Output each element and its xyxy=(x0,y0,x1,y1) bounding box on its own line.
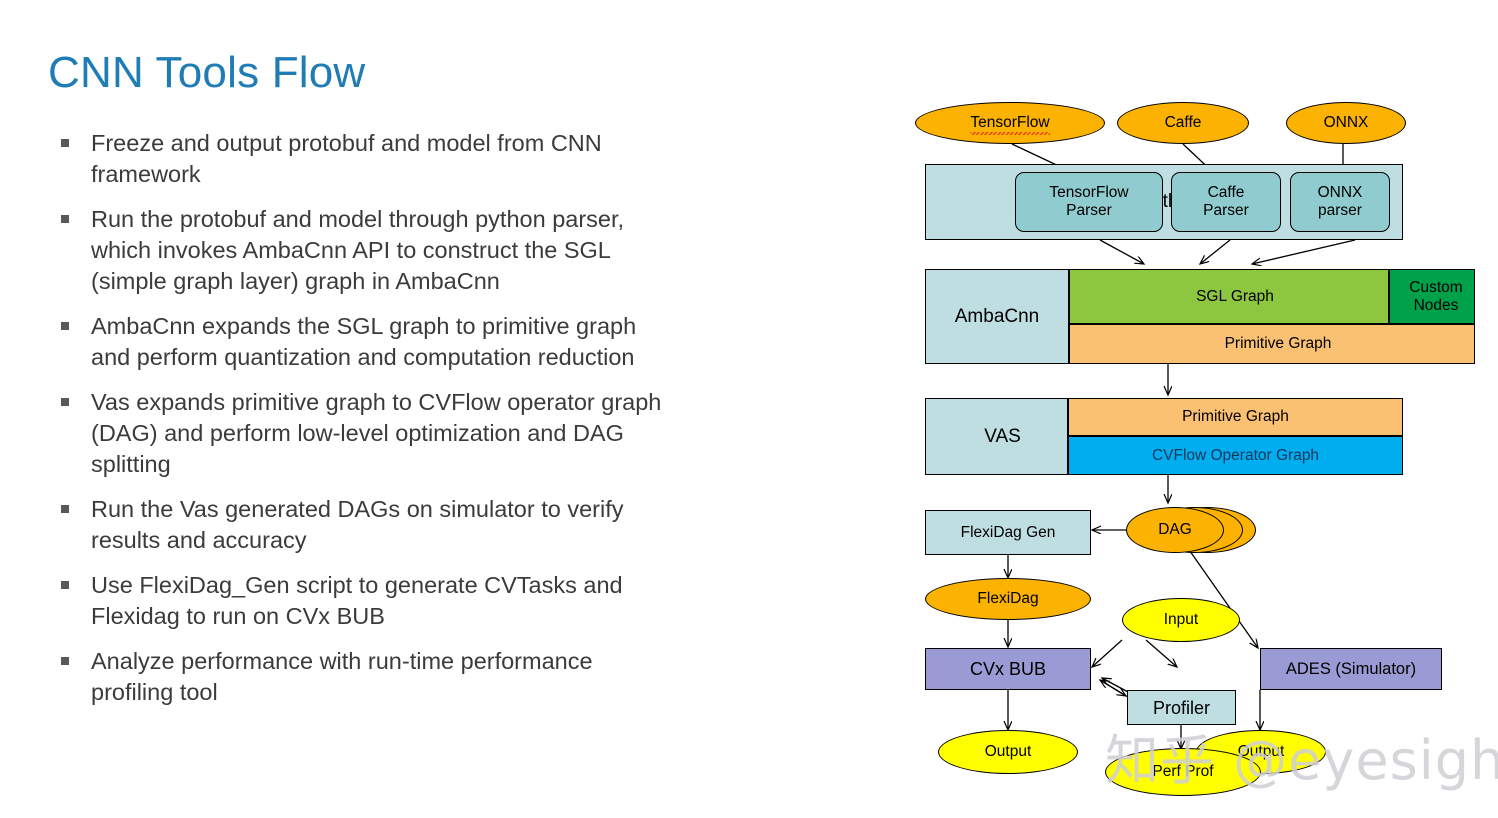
layer-ambacnn-label: AmbaCnn xyxy=(954,305,1040,327)
page-title: CNN Tools Flow xyxy=(48,48,366,98)
list-item-text: Freeze and output protobuf and model fro… xyxy=(91,130,602,187)
node-tensorflow-label: TensorFlow xyxy=(970,114,1050,135)
list-item: Analyze performance with run-time perfor… xyxy=(58,646,848,708)
node-tensorflow[interactable]: TensorFlow xyxy=(915,102,1105,144)
node-ades-simulator-label: ADES (Simulator) xyxy=(1285,660,1417,678)
list-item-text: AmbaCnn expands the SGL graph to primiti… xyxy=(91,313,637,370)
node-tensorflow-parser-label: TensorFlow Parser xyxy=(1049,184,1129,219)
node-input[interactable]: Input xyxy=(1122,598,1240,642)
node-cvflow-operator-graph-label: CVFlow Operator Graph xyxy=(1151,446,1320,464)
bullet-marker-icon xyxy=(61,215,69,223)
node-primitive-graph-vas[interactable]: Primitive Graph xyxy=(1068,398,1403,436)
node-onnx-parser-label: ONNX parser xyxy=(1317,184,1363,219)
node-dag[interactable]: DAG xyxy=(1126,507,1224,553)
node-flexidag-gen-label: FlexiDag Gen xyxy=(960,523,1056,541)
node-ades-simulator[interactable]: ADES (Simulator) xyxy=(1260,648,1442,690)
bullet-marker-icon xyxy=(61,322,69,330)
list-item-text: Vas expands primitive graph to CVFlow op… xyxy=(91,389,662,477)
slide-canvas: CNN Tools Flow Freeze and output protobu… xyxy=(0,0,1498,818)
list-item: Freeze and output protobuf and model fro… xyxy=(58,128,848,190)
list-item-text: Analyze performance with run-time perfor… xyxy=(91,648,593,705)
bullet-marker-icon xyxy=(61,581,69,589)
node-profiler[interactable]: Profiler xyxy=(1127,690,1236,725)
layer-ambacnn: AmbaCnn xyxy=(925,269,1069,364)
node-output-left-label: Output xyxy=(984,743,1032,760)
node-caffe-label: Caffe xyxy=(1164,114,1202,131)
node-primitive-graph-ambacnn[interactable]: Primitive Graph xyxy=(1069,324,1475,364)
node-perf-prof[interactable]: Perf Prof xyxy=(1105,748,1261,796)
node-sgl-graph[interactable]: SGL Graph xyxy=(1069,269,1389,324)
list-item-text: Use FlexiDag_Gen script to generate CVTa… xyxy=(91,572,623,629)
list-item: Run the protobuf and model through pytho… xyxy=(58,204,848,297)
node-custom-nodes[interactable]: Custom Nodes xyxy=(1389,269,1475,324)
node-caffe-parser[interactable]: Caffe Parser xyxy=(1171,172,1281,232)
node-cvx-bub[interactable]: CVx BUB xyxy=(925,648,1091,690)
node-primitive-graph-vas-label: Primitive Graph xyxy=(1182,408,1289,425)
bullet-marker-icon xyxy=(61,657,69,665)
list-item: Use FlexiDag_Gen script to generate CVTa… xyxy=(58,570,848,632)
node-cvx-bub-label: CVx BUB xyxy=(969,659,1047,679)
node-onnx-parser[interactable]: ONNX parser xyxy=(1290,172,1390,232)
layer-vas-label: VAS xyxy=(984,425,1021,447)
node-onnx-label: ONNX xyxy=(1323,114,1369,131)
node-input-label: Input xyxy=(1163,611,1199,628)
bullet-marker-icon xyxy=(61,398,69,406)
list-item-text: Run the Vas generated DAGs on simulator … xyxy=(91,496,624,553)
node-tensorflow-parser[interactable]: TensorFlow Parser xyxy=(1015,172,1163,232)
node-flexidag-label: FlexiDag xyxy=(977,590,1039,607)
list-item: Vas expands primitive graph to CVFlow op… xyxy=(58,387,848,480)
cnn-tools-flow-diagram: TensorFlow Caffe ONNX Python TensorFlow … xyxy=(900,92,1475,807)
bullet-marker-icon xyxy=(61,139,69,147)
node-primitive-graph-ambacnn-label: Primitive Graph xyxy=(1224,335,1332,352)
node-flexidag[interactable]: FlexiDag xyxy=(925,578,1091,620)
list-item-text: Run the protobuf and model through pytho… xyxy=(91,206,625,294)
node-output-left[interactable]: Output xyxy=(938,730,1078,774)
bullet-marker-icon xyxy=(61,505,69,513)
node-flexidag-gen[interactable]: FlexiDag Gen xyxy=(925,510,1091,555)
bullet-list: Freeze and output protobuf and model fro… xyxy=(58,128,848,722)
node-custom-nodes-label: Custom Nodes xyxy=(1409,278,1463,314)
node-perf-prof-label: Perf Prof xyxy=(1152,763,1214,780)
node-dag-label: DAG xyxy=(1158,521,1192,538)
node-caffe-parser-label: Caffe Parser xyxy=(1203,184,1249,219)
list-item: Run the Vas generated DAGs on simulator … xyxy=(58,494,848,556)
node-profiler-label: Profiler xyxy=(1152,697,1210,718)
layer-vas: VAS xyxy=(925,398,1068,475)
node-caffe[interactable]: Caffe xyxy=(1117,102,1249,144)
list-item: AmbaCnn expands the SGL graph to primiti… xyxy=(58,311,848,373)
node-sgl-graph-label: SGL Graph xyxy=(1196,287,1274,305)
node-onnx[interactable]: ONNX xyxy=(1286,102,1406,144)
node-cvflow-operator-graph[interactable]: CVFlow Operator Graph xyxy=(1068,436,1403,475)
